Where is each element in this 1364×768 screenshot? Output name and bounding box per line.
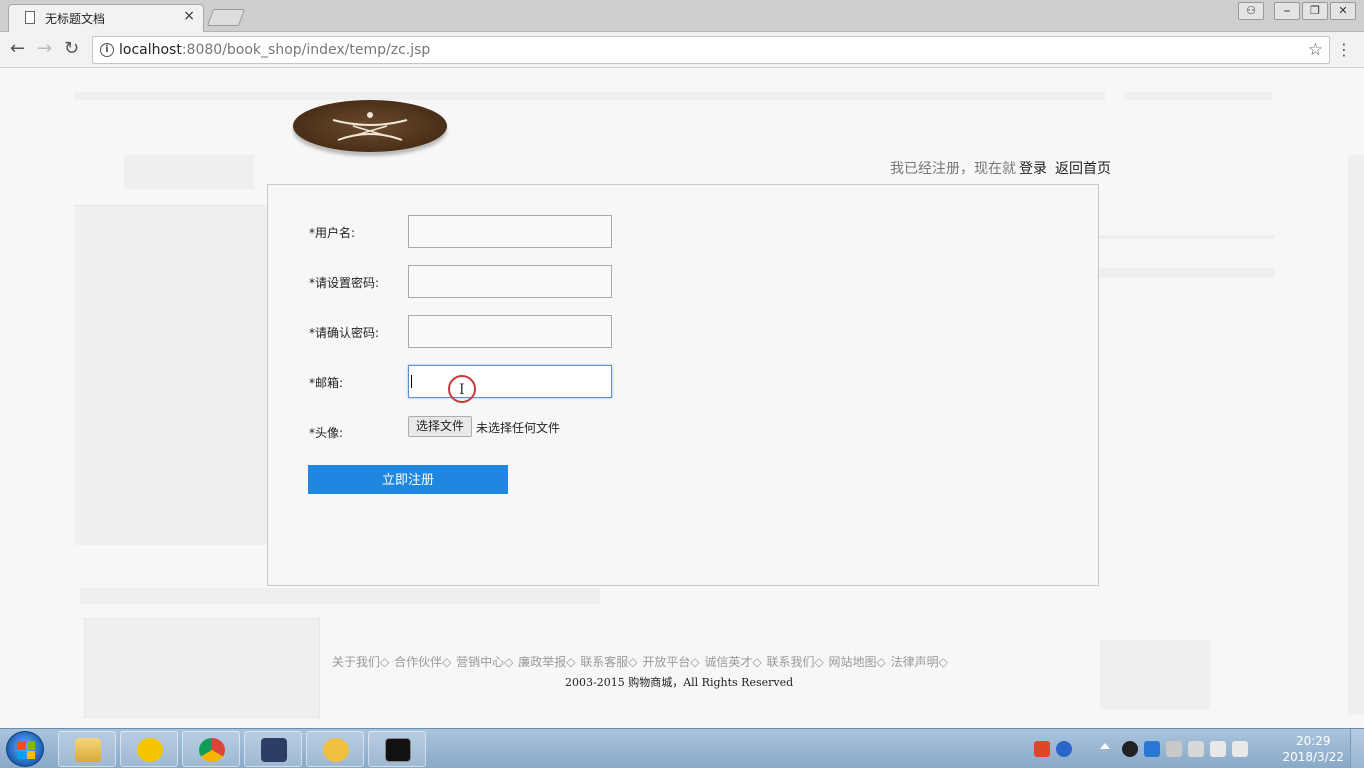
url-text: localhost:8080/book_shop/index/temp/zc.j… xyxy=(119,42,431,58)
home-link[interactable]: 返回首页 xyxy=(1055,161,1111,177)
app-icon xyxy=(323,738,349,762)
background-block xyxy=(84,618,320,718)
device-icon[interactable] xyxy=(1188,741,1204,757)
site-logo[interactable] xyxy=(293,100,447,152)
back-arrow-icon[interactable]: ← xyxy=(10,39,25,59)
username-label: *用户名: xyxy=(309,226,356,240)
qq-icon[interactable] xyxy=(1122,741,1138,757)
music-app-icon xyxy=(137,738,163,762)
terminal-icon xyxy=(385,738,411,762)
background-block xyxy=(124,155,254,189)
minimize-button[interactable]: ⎯ xyxy=(1274,2,1300,20)
info-icon[interactable]: i xyxy=(100,43,114,57)
background-bar xyxy=(1099,268,1275,278)
restore-button[interactable]: ❐ xyxy=(1302,2,1328,20)
clock-time: 20:29 xyxy=(1295,734,1331,748)
ibeam-cursor-icon: I xyxy=(459,382,465,398)
taskbar: 20:29 2018/3/22 xyxy=(0,728,1364,768)
folder-icon xyxy=(75,738,101,762)
bookmark-star-icon[interactable]: ☆ xyxy=(1308,40,1323,60)
flag-icon[interactable] xyxy=(1166,741,1182,757)
footer-link-contact[interactable]: 联系我们◇ xyxy=(766,655,823,669)
taskbar-music-app[interactable] xyxy=(120,731,178,767)
user-profile-icon[interactable]: ⚇ xyxy=(1238,2,1264,20)
security-shield-icon[interactable] xyxy=(1144,741,1160,757)
footer-links: 关于我们◇ 合作伙伴◇ 营销中心◇ 廉政举报◇ 联系客服◇ 开放平台◇ 诚信英才… xyxy=(332,653,949,670)
new-tab-button[interactable] xyxy=(206,9,246,26)
background-bar xyxy=(1099,235,1275,239)
chrome-icon xyxy=(199,738,225,762)
confirm-password-label: *请确认密码: xyxy=(309,326,380,340)
register-button[interactable]: 立即注册 xyxy=(308,465,508,494)
background-block xyxy=(1100,640,1210,710)
tab-title: 无标题文档 xyxy=(45,12,106,26)
email-input[interactable] xyxy=(408,365,612,398)
close-tab-icon[interactable]: × xyxy=(183,8,195,24)
browser-titlebar: 无标题文档 × ⚇ ⎯ ❐ ✕ xyxy=(0,0,1364,32)
window-controls: ⚇ ⎯ ❐ ✕ xyxy=(1238,2,1356,20)
register-form-panel: *用户名: *请设置密码: *请确认密码: *邮箱: I *头像: 选择文件 未… xyxy=(267,184,1099,586)
editor-app-icon xyxy=(261,738,287,762)
windows-logo-icon xyxy=(17,741,35,759)
taskbar-explorer[interactable] xyxy=(58,731,116,767)
background-bar xyxy=(75,92,1105,100)
footer-link-careers[interactable]: 诚信英才◇ xyxy=(704,655,761,669)
background-bar xyxy=(1348,155,1364,715)
address-bar[interactable]: i localhost:8080/book_shop/index/temp/zc… xyxy=(92,36,1330,64)
browser-toolbar: ← → ↻ i localhost:8080/book_shop/index/t… xyxy=(0,32,1364,68)
password-input[interactable] xyxy=(408,265,612,298)
username-input[interactable] xyxy=(408,215,612,248)
taskbar-chrome[interactable] xyxy=(182,731,240,767)
background-sidebar xyxy=(75,205,267,545)
menu-dots-icon[interactable]: ⋮ xyxy=(1336,40,1352,59)
clock-date: 2018/3/22 xyxy=(1282,750,1344,764)
logo-emblem-icon xyxy=(332,112,408,141)
file-status: 未选择任何文件 xyxy=(476,421,561,435)
footer-link-partners[interactable]: 合作伙伴◇ xyxy=(394,655,451,669)
footer-link-legal[interactable]: 法律声明◇ xyxy=(891,655,948,669)
registered-prompt: 我已经注册，现在就 xyxy=(890,161,1016,177)
password-label: *请设置密码: xyxy=(309,276,380,290)
start-button[interactable] xyxy=(6,731,44,767)
show-hidden-icons-icon[interactable] xyxy=(1100,743,1110,749)
clock[interactable]: 20:29 2018/3/22 xyxy=(1282,733,1344,765)
text-caret xyxy=(411,375,412,388)
footer-link-platform[interactable]: 开放平台◇ xyxy=(642,655,699,669)
reload-icon[interactable]: ↻ xyxy=(64,39,79,59)
input-method-icon[interactable] xyxy=(1034,741,1050,757)
system-tray: 20:29 2018/3/22 xyxy=(1024,729,1364,768)
background-bar xyxy=(80,588,600,604)
background-bar xyxy=(1124,92,1272,100)
page-icon xyxy=(25,11,35,24)
taskbar-app[interactable] xyxy=(306,731,364,767)
taskbar-terminal[interactable] xyxy=(368,731,426,767)
close-window-button[interactable]: ✕ xyxy=(1330,2,1356,20)
footer-link-report[interactable]: 廉政举报◇ xyxy=(518,655,575,669)
avatar-label: *头像: xyxy=(309,426,344,440)
choose-file-button[interactable]: 选择文件 xyxy=(408,416,472,437)
footer-link-service[interactable]: 联系客服◇ xyxy=(580,655,637,669)
volume-icon[interactable] xyxy=(1232,741,1248,757)
copyright-text: 2003-2015 购物商城，All Rights Reserved xyxy=(565,676,794,689)
confirm-password-input[interactable] xyxy=(408,315,612,348)
footer-link-about[interactable]: 关于我们◇ xyxy=(332,655,389,669)
network-icon[interactable] xyxy=(1210,741,1226,757)
footer-link-sitemap[interactable]: 网站地图◇ xyxy=(829,655,886,669)
footer-link-marketing[interactable]: 营销中心◇ xyxy=(456,655,513,669)
show-desktop-button[interactable] xyxy=(1350,729,1364,768)
help-icon[interactable] xyxy=(1056,741,1072,757)
top-nav: 我已经注册，现在就 登录 返回首页 xyxy=(890,158,1111,178)
email-label: *邮箱: xyxy=(309,376,344,390)
browser-tab[interactable]: 无标题文档 × xyxy=(8,4,204,32)
taskbar-editor[interactable] xyxy=(244,731,302,767)
forward-arrow-icon[interactable]: → xyxy=(37,39,52,59)
login-link[interactable]: 登录 xyxy=(1019,161,1047,177)
